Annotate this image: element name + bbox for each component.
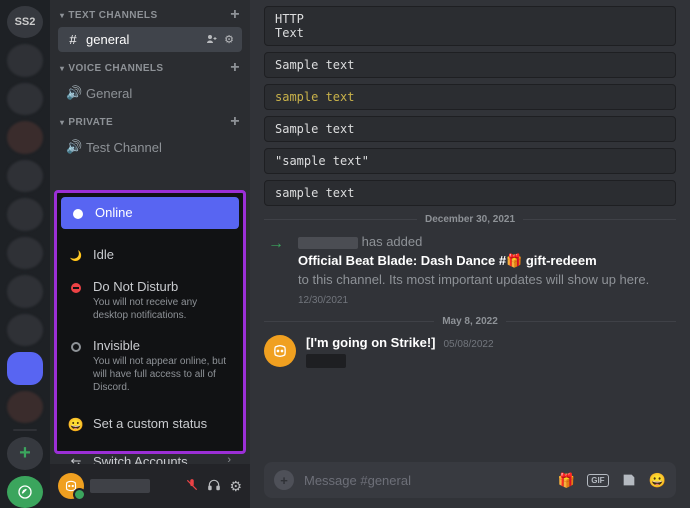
sys-text: to this channel. Its most important upda… [298, 272, 649, 287]
channel-label: general [86, 32, 129, 47]
message-input-bar: + Message #general 🎁 GIF 😀 [264, 462, 676, 498]
chevron-down-icon: ▾ [60, 118, 64, 127]
code-block: Sample text [264, 116, 676, 142]
status-option-invisible[interactable]: Invisible You will not appear online, bu… [57, 330, 243, 402]
add-server-button[interactable]: + [7, 437, 43, 469]
invite-icon[interactable] [206, 33, 218, 46]
status-label: Online [95, 205, 133, 220]
code-block: sample text [264, 180, 676, 206]
server-item[interactable] [7, 275, 43, 307]
add-channel-button[interactable]: + [230, 113, 240, 131]
join-arrow-icon: → [264, 235, 288, 253]
code-block: Sample text [264, 52, 676, 78]
section-label: VOICE CHANNELS [68, 63, 163, 74]
section-text-channels[interactable]: ▾ TEXT CHANNELS + [50, 0, 250, 26]
voice-channel-test[interactable]: 🔊 Test Channel [58, 134, 242, 160]
add-channel-button[interactable]: + [230, 6, 240, 24]
add-channel-button[interactable]: + [230, 59, 240, 77]
chat-main: HTTP Text Sample text sample text Sample… [250, 0, 690, 508]
channel-label: Test Channel [86, 140, 162, 155]
chevron-down-icon: ▾ [60, 11, 64, 20]
idle-moon-icon: 🌙 [69, 249, 83, 263]
user-panel: ⚙ [50, 464, 250, 508]
mute-mic-button[interactable] [185, 478, 199, 495]
speaker-icon: 🔊 [66, 139, 80, 155]
timestamp: 05/08/2022 [443, 339, 493, 350]
gear-icon[interactable]: ⚙ [224, 33, 234, 46]
server-item[interactable] [7, 83, 43, 115]
status-option-custom[interactable]: 😀 Set a custom status [57, 408, 243, 440]
user-settings-button[interactable]: ⚙ [229, 478, 242, 495]
code-block: sample text [264, 84, 676, 110]
status-label: Invisible [93, 338, 231, 353]
voice-channel-general[interactable]: 🔊 General [58, 80, 242, 106]
gift-button[interactable]: 🎁 [558, 472, 575, 489]
message-list: HTTP Text Sample text sample text Sample… [250, 0, 690, 462]
sticker-button[interactable] [621, 472, 637, 488]
status-label: Set a custom status [93, 416, 207, 431]
chat-message: [I'm going on Strike!] 05/08/2022 [264, 335, 676, 368]
message-input[interactable]: Message #general [304, 473, 548, 488]
server-item-selected[interactable] [7, 352, 43, 384]
channel-sidebar: ▾ TEXT CHANNELS + # general ⚙ ▾ VOICE CHAN… [50, 0, 250, 508]
hash-icon: # [66, 32, 80, 47]
emoji-button[interactable]: 😀 [649, 472, 666, 489]
code-block: "sample text" [264, 148, 676, 174]
invisible-icon [71, 342, 81, 352]
status-label: Do Not Disturb [93, 279, 231, 294]
message-avatar[interactable] [264, 335, 296, 367]
explore-servers-button[interactable] [7, 476, 43, 508]
section-voice-channels[interactable]: ▾ VOICE CHANNELS + [50, 53, 250, 79]
server-item[interactable] [7, 314, 43, 346]
server-home[interactable]: SS2 [7, 6, 43, 38]
section-label: TEXT CHANNELS [68, 10, 157, 21]
dnd-icon [71, 283, 81, 293]
channel-general[interactable]: # general ⚙ [58, 27, 242, 52]
section-label: PRIVATE [68, 117, 113, 128]
section-private[interactable]: ▾ PRIVATE + [50, 107, 250, 133]
status-option-idle[interactable]: 🌙 Idle [57, 239, 243, 271]
timestamp: 12/30/2021 [298, 295, 348, 306]
status-desc: You will not receive any desktop notific… [93, 296, 231, 322]
online-dot-icon [73, 209, 83, 219]
message-author[interactable]: [I'm going on Strike!] [306, 335, 435, 350]
status-option-dnd[interactable]: Do Not Disturb You will not receive any … [57, 271, 243, 330]
rail-separator [13, 429, 37, 431]
channel-label: General [86, 86, 132, 101]
message-body-redacted [306, 354, 346, 368]
chevron-down-icon: ▾ [60, 64, 64, 73]
username-redacted[interactable] [298, 237, 358, 249]
user-avatar[interactable] [58, 473, 84, 499]
speaker-icon: 🔊 [66, 85, 80, 101]
status-desc: You will not appear online, but will hav… [93, 355, 231, 394]
server-item[interactable] [7, 391, 43, 423]
date-divider: May 8, 2022 [264, 316, 676, 327]
server-item[interactable] [7, 44, 43, 76]
gif-button[interactable]: GIF [587, 474, 608, 487]
status-menu-popup: Online 🌙 Idle Do Not Disturb You will no… [54, 190, 246, 454]
smiley-icon: 😀 [69, 418, 83, 432]
code-block: HTTP Text [264, 6, 676, 46]
server-item[interactable] [7, 237, 43, 269]
server-rail: SS2 + [0, 0, 50, 508]
status-option-online[interactable]: Online [61, 197, 239, 229]
server-item[interactable] [7, 121, 43, 153]
date-divider: December 30, 2021 [264, 214, 676, 225]
system-message: → has added Official Beat Blade: Dash Da… [264, 233, 676, 308]
status-label: Idle [93, 247, 114, 262]
sys-title[interactable]: Official Beat Blade: Dash Dance #🎁 gift-… [298, 253, 597, 268]
server-item[interactable] [7, 160, 43, 192]
server-item[interactable] [7, 198, 43, 230]
username-redacted[interactable] [90, 479, 150, 493]
sys-text: has added [362, 234, 423, 249]
attach-button[interactable]: + [274, 470, 294, 490]
deafen-button[interactable] [207, 478, 221, 495]
